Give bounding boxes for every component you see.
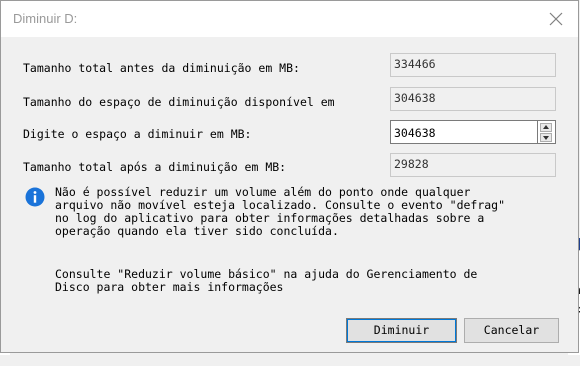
shrink-volume-dialog: Diminuir D: Tamanho total antes da dimin… (0, 0, 579, 353)
dialog-titlebar: Diminuir D: (1, 1, 578, 37)
total-size-before-field: 334466 (390, 53, 556, 77)
info-icon (25, 187, 45, 207)
available-shrink-space-label: Tamanho do espaço de diminuição disponív… (23, 95, 335, 109)
total-size-after-label: Tamanho total após a diminuição em MB: (23, 160, 287, 174)
shrink-amount-input[interactable]: 304638 (390, 120, 538, 144)
arrow-up-icon (543, 125, 549, 129)
total-size-before-label: Tamanho total antes da diminuição em MB: (23, 61, 300, 75)
close-icon[interactable] (546, 9, 566, 29)
shrink-button[interactable]: Diminuir (346, 318, 457, 343)
dialog-title: Diminuir D: (13, 11, 78, 26)
info-message-line: operação quando ela tiver sido concluída… (55, 224, 339, 238)
available-shrink-space-field: 304638 (390, 87, 556, 111)
cancel-button[interactable]: Cancelar (464, 318, 559, 343)
help-message-line: Disco para obter mais informações (55, 280, 284, 294)
shrink-amount-label: Digite o espaço a diminuir em MB: (23, 127, 252, 141)
spin-up-button[interactable] (540, 123, 552, 132)
total-size-after-field: 29828 (390, 153, 556, 177)
spin-down-button[interactable] (540, 133, 552, 142)
arrow-down-icon (543, 136, 549, 140)
shrink-amount-spinner (538, 120, 556, 144)
